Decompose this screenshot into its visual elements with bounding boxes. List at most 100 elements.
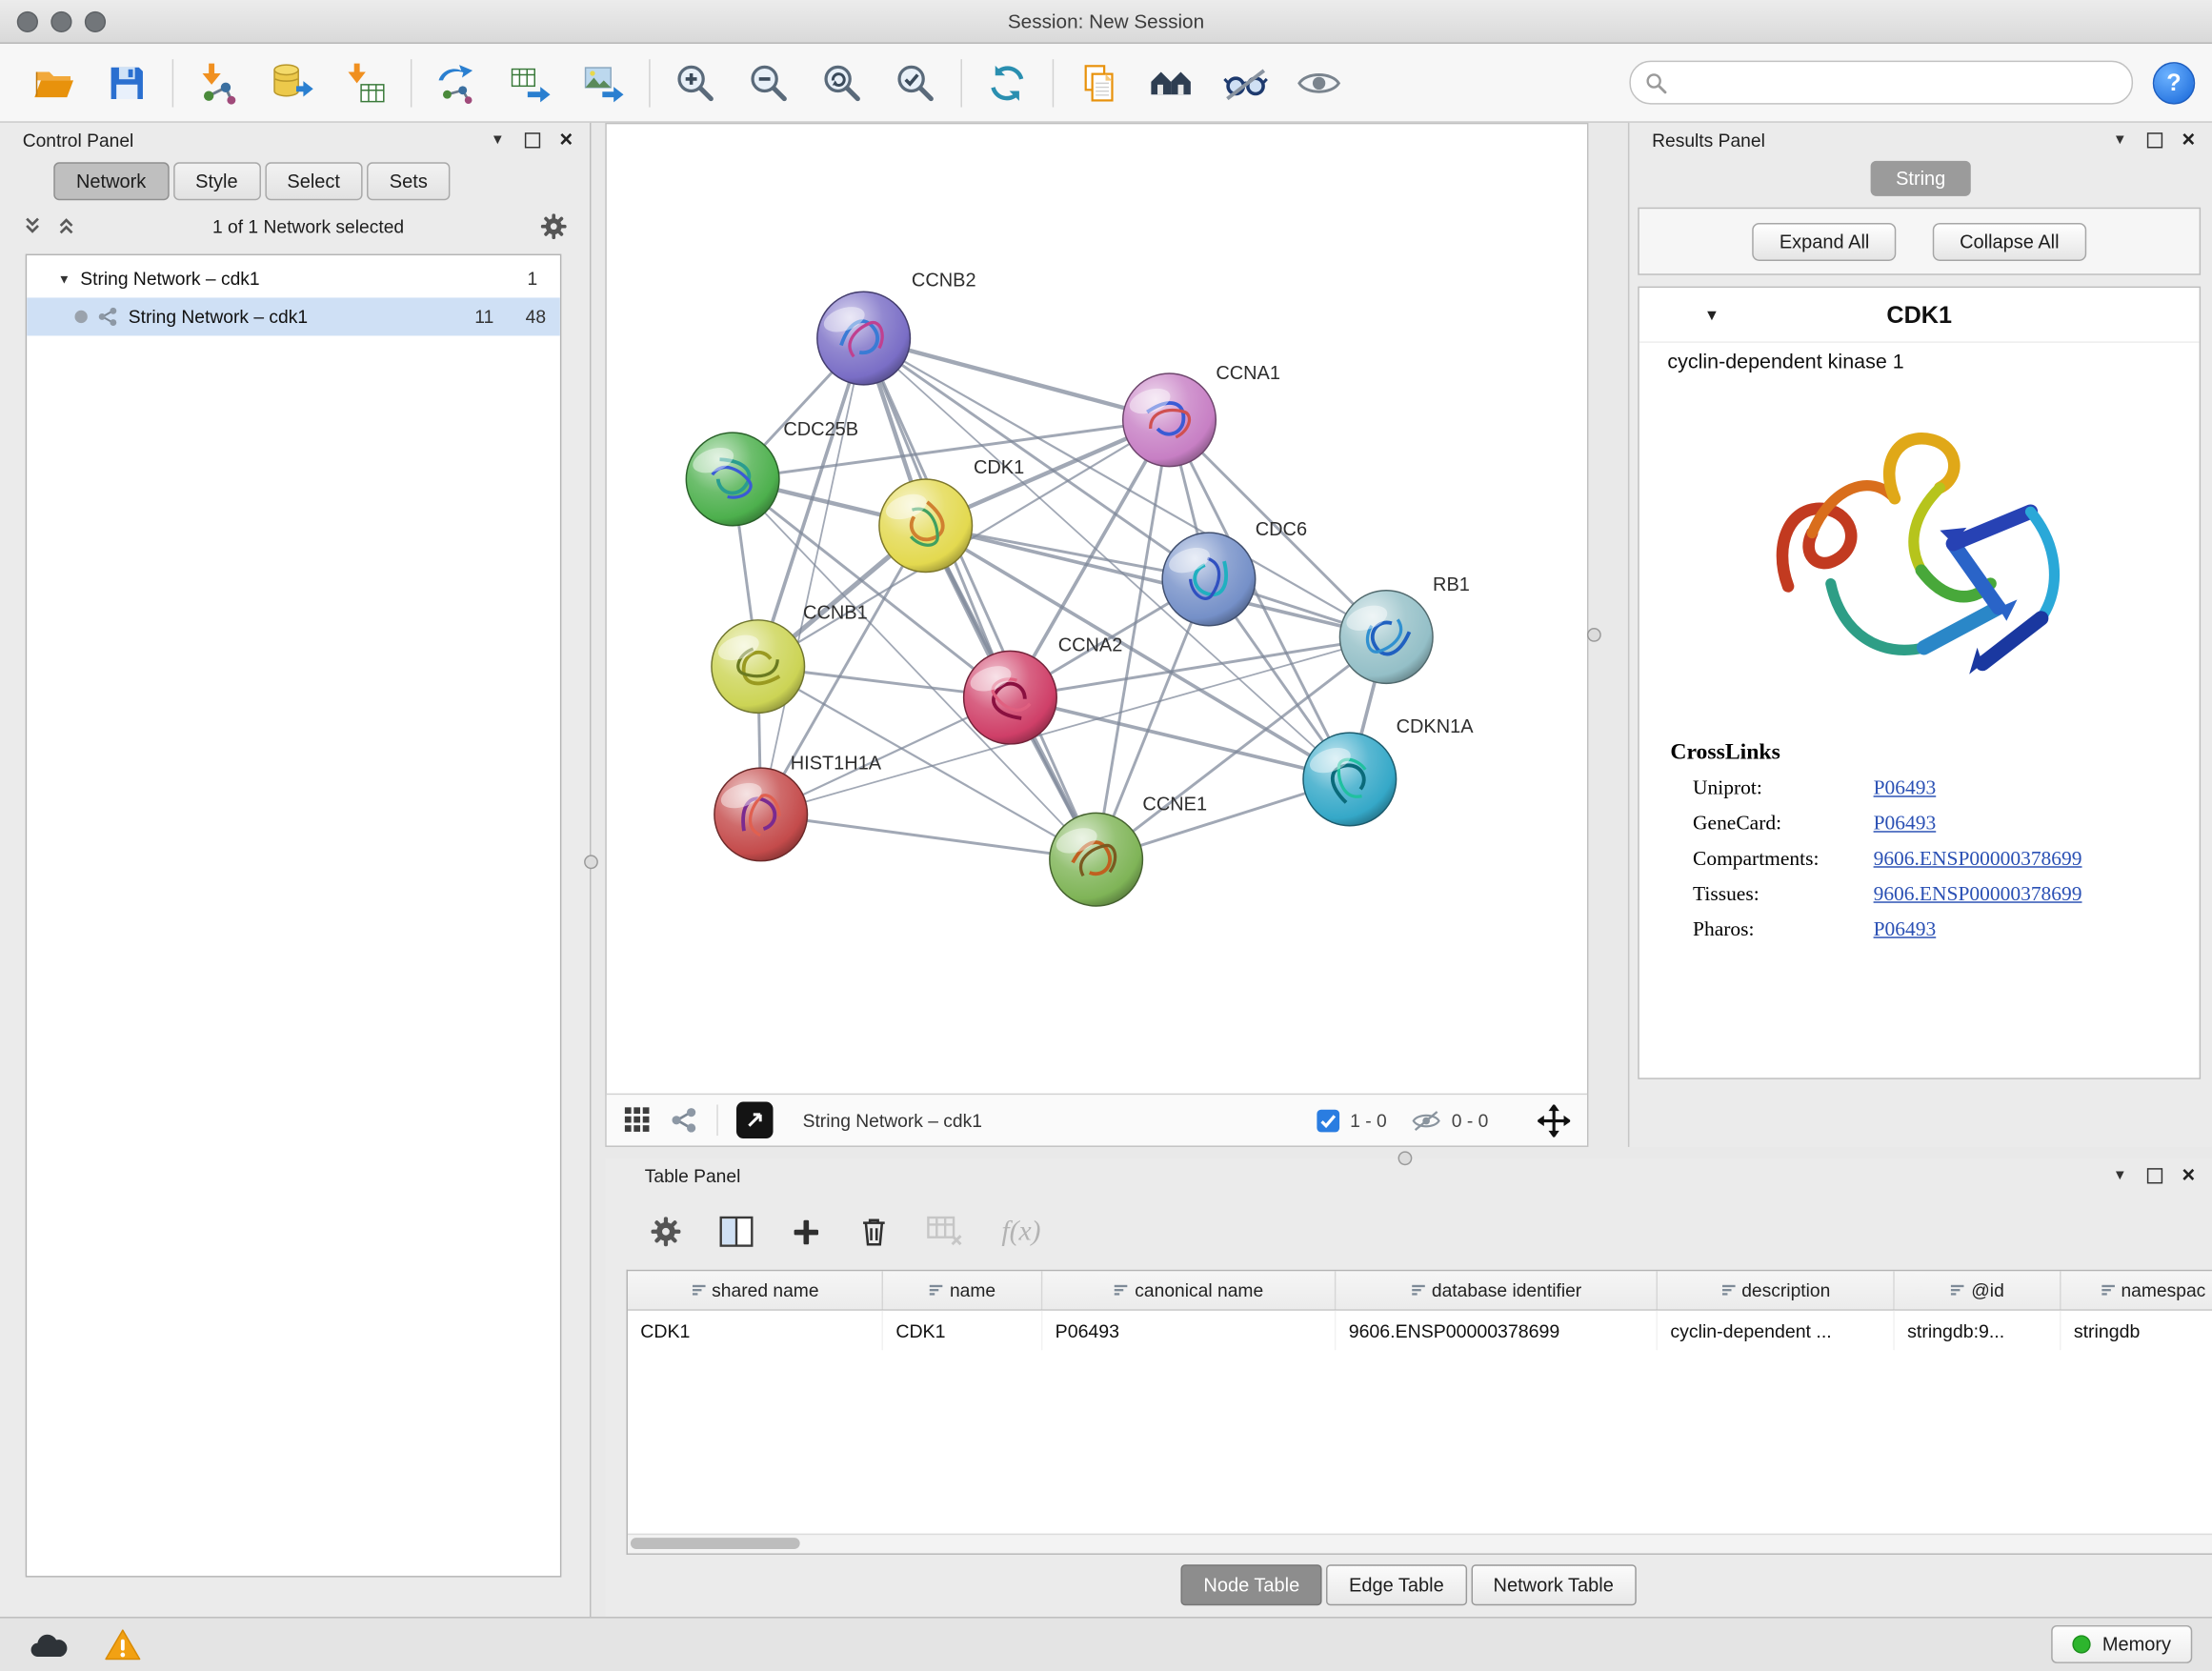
- edge-CCNB2-CCNE1[interactable]: [864, 338, 1096, 859]
- horizontal-scrollbar[interactable]: [628, 1533, 2212, 1553]
- tab-edge-table[interactable]: Edge Table: [1326, 1564, 1466, 1605]
- tab-style[interactable]: Style: [172, 162, 260, 200]
- middle-splitter-handle[interactable]: [1587, 628, 1601, 642]
- help-button[interactable]: ?: [2153, 61, 2195, 103]
- export-table-button[interactable]: [504, 54, 557, 111]
- network-node-CDC25B[interactable]: [686, 433, 779, 526]
- float-panel-button[interactable]: ▼: [2113, 1168, 2127, 1183]
- search-field[interactable]: [1629, 61, 2133, 105]
- table-cell[interactable]: stringdb:9...: [1894, 1310, 2061, 1350]
- close-panel-button[interactable]: ×: [559, 131, 573, 149]
- network-node-CCNB2[interactable]: [817, 292, 911, 385]
- collapse-all-button[interactable]: Collapse All: [1933, 222, 2086, 260]
- tab-node-table[interactable]: Node Table: [1181, 1564, 1322, 1605]
- scrollbar-thumb[interactable]: [631, 1537, 800, 1548]
- minimize-window-button[interactable]: [50, 10, 71, 31]
- section-collapse-caret[interactable]: ▼: [1704, 308, 1719, 325]
- table-cell[interactable]: 9606.ENSP00000378699: [1336, 1310, 1658, 1350]
- zoom-selected-button[interactable]: [889, 54, 942, 111]
- grid-view-icon[interactable]: [624, 1106, 653, 1135]
- uniprot-link[interactable]: P06493: [1874, 777, 1937, 801]
- apply-layout-button[interactable]: [980, 54, 1034, 111]
- maximize-panel-button[interactable]: [524, 132, 539, 148]
- hide-selected-button[interactable]: [1218, 54, 1272, 111]
- search-input[interactable]: [1676, 70, 2118, 94]
- protein-card-header[interactable]: ▼ CDK1: [1639, 288, 2200, 343]
- tab-string[interactable]: String: [1870, 161, 1971, 196]
- column-header-shared-name[interactable]: shared name: [628, 1271, 882, 1310]
- network-options-gear-icon[interactable]: [540, 212, 567, 239]
- tab-network[interactable]: Network: [53, 162, 169, 200]
- network-node-CDC6[interactable]: [1162, 533, 1256, 626]
- table-cell[interactable]: cyclin-dependent ...: [1657, 1310, 1894, 1350]
- float-panel-button[interactable]: ▼: [2113, 132, 2127, 148]
- network-node-CCNA2[interactable]: [964, 651, 1057, 744]
- float-panel-button[interactable]: ▼: [491, 132, 505, 148]
- column-header-namespac[interactable]: namespac: [2061, 1271, 2212, 1310]
- network-node-HIST1H1A[interactable]: [714, 768, 808, 861]
- expand-all-button[interactable]: Expand All: [1753, 222, 1897, 260]
- table-cell[interactable]: CDK1: [882, 1310, 1041, 1350]
- open-session-button[interactable]: [27, 54, 80, 111]
- table-cell[interactable]: CDK1: [628, 1310, 882, 1350]
- expand-all-icon[interactable]: [56, 216, 76, 236]
- memory-button[interactable]: Memory: [2052, 1625, 2193, 1663]
- network-canvas[interactable]: CCNB2CCNA1CDC25BCDK1CDC6RB1CCNB1CCNA2CDK…: [607, 124, 1587, 1093]
- left-splitter-handle[interactable]: [584, 855, 598, 869]
- edge-RB1-HIST1H1A[interactable]: [761, 637, 1387, 815]
- network-node-CDK1[interactable]: [879, 479, 973, 573]
- export-network-button[interactable]: [431, 54, 484, 111]
- tab-select[interactable]: Select: [265, 162, 363, 200]
- tab-sets[interactable]: Sets: [367, 162, 450, 200]
- show-columns-icon[interactable]: [719, 1217, 754, 1248]
- zoom-out-button[interactable]: [742, 54, 795, 111]
- tab-network-table[interactable]: Network Table: [1471, 1564, 1637, 1605]
- export-image-button[interactable]: [577, 54, 631, 111]
- save-session-button[interactable]: [100, 54, 153, 111]
- network-node-CCNE1[interactable]: [1050, 813, 1143, 906]
- pharos-link[interactable]: P06493: [1874, 918, 1937, 942]
- clone-network-button[interactable]: [1072, 54, 1125, 111]
- network-row[interactable]: String Network – cdk1 11 48: [27, 297, 560, 335]
- edge-CCNA2-CDKN1A[interactable]: [1010, 697, 1349, 779]
- column-header--id[interactable]: @id: [1894, 1271, 2061, 1310]
- close-window-button[interactable]: [17, 10, 38, 31]
- maximize-panel-button[interactable]: [2146, 1168, 2162, 1183]
- column-header-description[interactable]: description: [1657, 1271, 1894, 1310]
- network-node-CDKN1A[interactable]: [1303, 733, 1397, 826]
- network-overview-icon[interactable]: [670, 1106, 698, 1135]
- edge-CCNB2-HIST1H1A[interactable]: [761, 338, 864, 815]
- compartments-link[interactable]: 9606.ENSP00000378699: [1874, 848, 2082, 872]
- network-node-RB1[interactable]: [1339, 591, 1433, 684]
- import-network-file-button[interactable]: [191, 54, 245, 111]
- zoom-fit-button[interactable]: [815, 54, 869, 111]
- network-node-CCNB1[interactable]: [712, 620, 805, 714]
- import-table-button[interactable]: [338, 54, 392, 111]
- zoom-in-button[interactable]: [669, 54, 722, 111]
- collection-expand-caret[interactable]: ▼: [58, 272, 70, 286]
- cloud-icon[interactable]: [29, 1628, 70, 1661]
- title-bar[interactable]: Session: New Session: [0, 0, 2212, 44]
- warning-icon[interactable]: [105, 1627, 142, 1661]
- pan-crosshair-icon[interactable]: [1538, 1104, 1570, 1137]
- maximize-panel-button[interactable]: [2146, 132, 2162, 148]
- table-cell[interactable]: stringdb: [2061, 1310, 2212, 1350]
- create-column-icon[interactable]: [792, 1217, 821, 1246]
- column-header-name[interactable]: name: [882, 1271, 1041, 1310]
- collapse-all-icon[interactable]: [23, 216, 43, 236]
- table-cell[interactable]: P06493: [1042, 1310, 1336, 1350]
- delete-column-icon[interactable]: [859, 1216, 889, 1248]
- column-header-database-identifier[interactable]: database identifier: [1336, 1271, 1658, 1310]
- close-panel-button[interactable]: ×: [2182, 1167, 2195, 1184]
- neighborhood-button[interactable]: [1145, 54, 1198, 111]
- birdseye-toggle-button[interactable]: [736, 1102, 774, 1139]
- network-collection-row[interactable]: ▼ String Network – cdk1 1: [27, 259, 560, 297]
- genecard-link[interactable]: P06493: [1874, 813, 1937, 836]
- zoom-window-button[interactable]: [85, 10, 106, 31]
- bottom-splitter-handle[interactable]: [1398, 1151, 1413, 1165]
- show-all-button[interactable]: [1292, 54, 1345, 111]
- column-header-canonical-name[interactable]: canonical name: [1042, 1271, 1336, 1310]
- table-options-gear-icon[interactable]: [651, 1217, 682, 1248]
- network-node-CCNA1[interactable]: [1123, 373, 1217, 467]
- tissues-link[interactable]: 9606.ENSP00000378699: [1874, 883, 2082, 907]
